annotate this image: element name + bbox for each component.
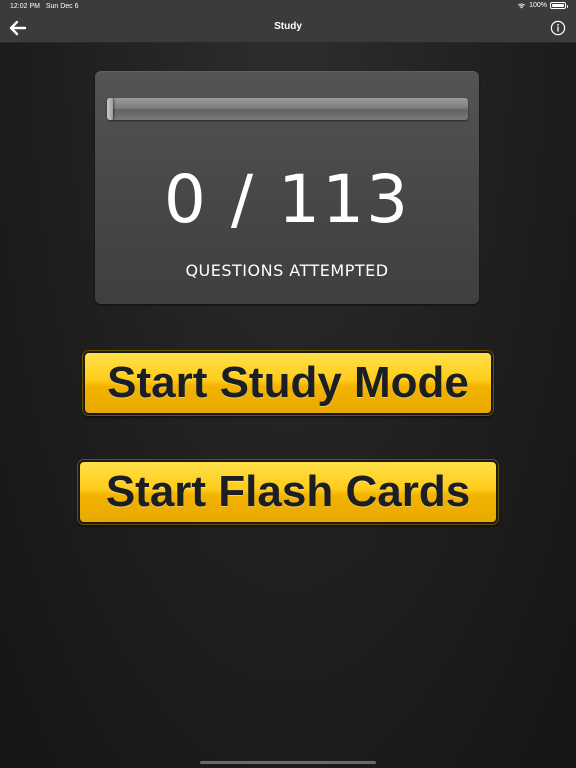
status-bar: 12:02 PM Sun Dec 6 100% — [0, 0, 576, 14]
questions-attempted-label: QUESTIONS ATTEMPTED — [185, 261, 389, 280]
battery-icon — [550, 2, 568, 9]
questions-count: 0 / 113 — [163, 161, 411, 238]
status-time-date: 12:02 PM Sun Dec 6 — [10, 3, 79, 10]
wifi-icon — [518, 3, 526, 9]
progress-knob — [107, 98, 113, 120]
start-flash-cards-button[interactable]: Start Flash Cards — [78, 460, 498, 524]
status-indicators: 100% — [517, 2, 568, 9]
progress-bar — [107, 98, 468, 120]
nav-bar: Study — [0, 14, 576, 43]
progress-card: 0 / 113 QUESTIONS ATTEMPTED — [95, 71, 479, 304]
start-study-mode-button[interactable]: Start Study Mode — [83, 351, 493, 415]
info-icon[interactable] — [550, 20, 566, 36]
page-title: Study — [274, 21, 302, 32]
battery-percent: 100% — [529, 2, 547, 9]
home-indicator[interactable] — [200, 761, 376, 764]
